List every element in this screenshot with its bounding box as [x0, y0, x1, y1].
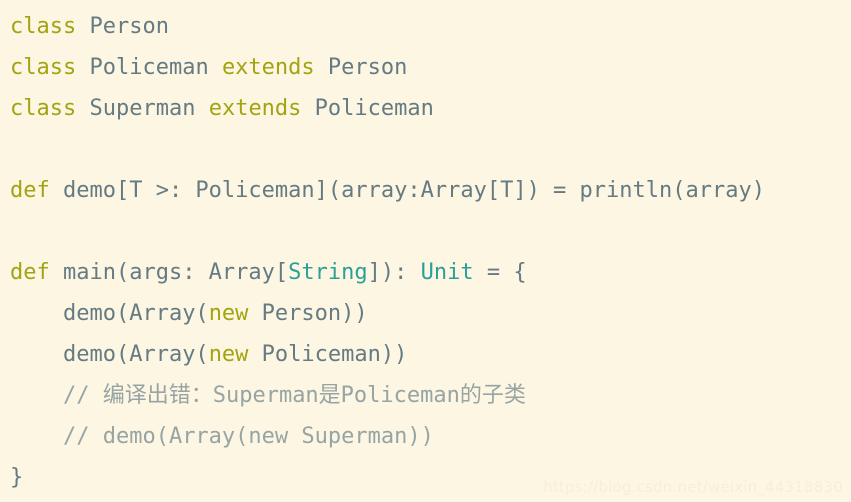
code-line: demo(Array(new Person)) [10, 293, 851, 334]
code-token-plain: ]): [367, 260, 421, 285]
watermark-text: https://blog.csdn.net/weixin_44318830 [543, 478, 843, 496]
code-token-type: String [288, 260, 368, 285]
code-snippet-view: class Person class Policeman extends Pers… [0, 0, 851, 502]
code-line: class Policeman extends Person [10, 47, 851, 88]
code-token-keyword: extends [208, 96, 315, 121]
code-token-plain: Superman [89, 96, 209, 121]
code-token-plain: Person [89, 14, 169, 39]
code-token-plain: Person)) [248, 301, 368, 326]
code-line: class Person [10, 6, 851, 47]
code-token-keyword: extends [221, 55, 328, 80]
code-token-keyword: class [10, 96, 90, 121]
code-token-comment: // demo(Array(new Superman)) [62, 424, 434, 449]
code-token-plain: demo[T >: Policeman](array:Array[T]) = p… [62, 178, 765, 203]
code-token-plain: Person [327, 55, 408, 80]
code-token-plain: demo(Array( [62, 342, 209, 367]
code-line: demo(Array(new Policeman)) [10, 334, 851, 375]
code-token-plain: demo(Array( [62, 301, 209, 326]
code-line: class Superman extends Policeman [10, 88, 851, 129]
code-token-plain: Policeman)) [248, 342, 408, 367]
code-token-type: Unit [420, 260, 474, 285]
code-token-keyword: def [10, 260, 63, 285]
code-token-keyword: class [10, 55, 90, 80]
code-token-plain: = { [473, 260, 527, 285]
code-token-keyword: def [10, 178, 63, 203]
code-line: // demo(Array(new Superman)) [10, 416, 851, 457]
code-lines-container: class Person class Policeman extends Pers… [10, 6, 851, 498]
code-line: def main(args: Array[String]): Unit = { [10, 252, 851, 293]
code-line: def demo[T >: Policeman](array:Array[T])… [10, 170, 851, 211]
code-token-keyword: class [10, 14, 90, 39]
code-token-plain: Policeman [89, 55, 222, 80]
code-line: // 编译出错：Superman是Policeman的子类 [10, 375, 851, 416]
code-token-comment: // 编译出错：Superman是Policeman的子类 [62, 383, 526, 408]
code-token-plain: Policeman [314, 96, 434, 121]
code-token-plain: } [10, 465, 24, 490]
code-token-plain: main(args: Array[ [62, 260, 289, 285]
code-token-keyword: new [208, 342, 249, 367]
code-token-keyword: new [208, 301, 249, 326]
